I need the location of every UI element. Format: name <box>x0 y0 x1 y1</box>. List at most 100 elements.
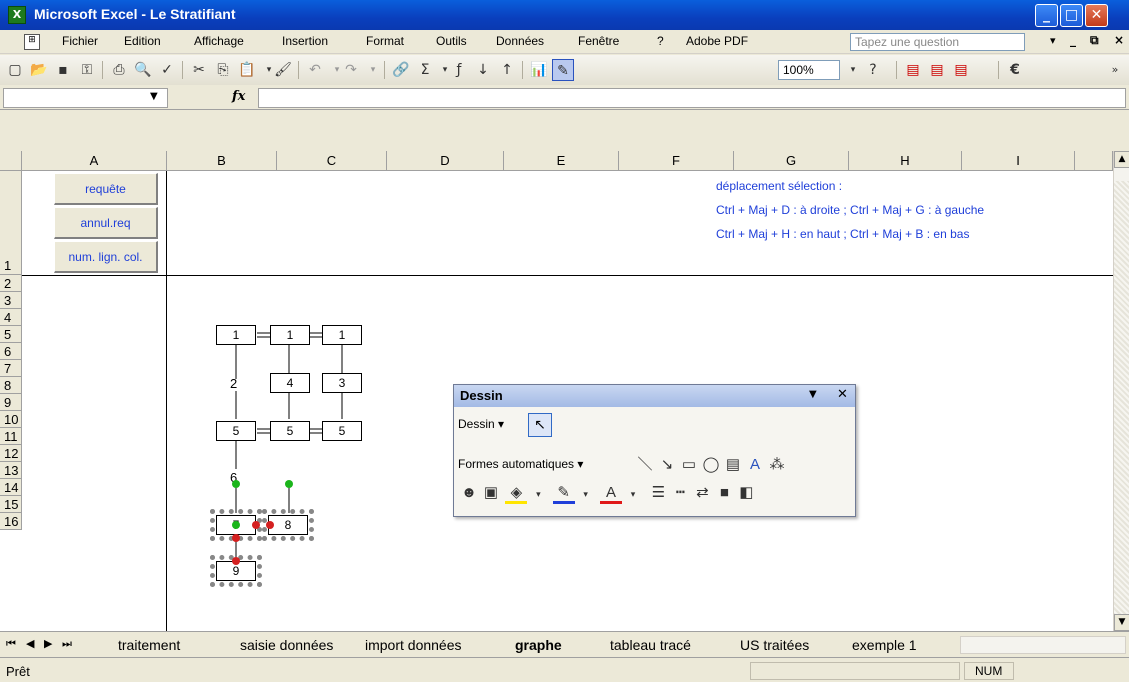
toolbar-options-icon[interactable]: » <box>1104 59 1126 81</box>
graph-node-selected[interactable]: 8 <box>262 509 314 541</box>
menu-outils[interactable]: Outils <box>436 34 467 48</box>
formula-input[interactable] <box>258 88 1126 108</box>
zoom-select[interactable]: 100% <box>778 60 840 80</box>
connector-handle-icon[interactable] <box>232 557 240 565</box>
insert-function-icon[interactable]: fx <box>232 89 245 104</box>
permission-icon[interactable]: ⚿ <box>76 59 98 81</box>
menu-donnees[interactable]: Données <box>496 34 544 48</box>
shadow-icon[interactable]: ■ <box>713 484 735 501</box>
dessin-toolbar[interactable]: Dessin ▼ ✕ Dessin ▾ ↖ Formes automatique… <box>453 384 856 517</box>
graph-node[interactable]: 5 <box>270 421 310 441</box>
select-objects-icon[interactable]: ↖ <box>528 413 552 437</box>
doc-minimize-button[interactable]: _ <box>1070 33 1076 47</box>
connector-handle-icon[interactable] <box>252 521 260 529</box>
menu-adobe-pdf[interactable]: Adobe PDF <box>686 34 748 48</box>
font-color-dropdown-icon[interactable]: ▾ <box>622 489 644 500</box>
line-dropdown-icon[interactable]: ▾ <box>575 489 597 500</box>
name-box[interactable] <box>3 88 168 108</box>
minimize-button[interactable]: _ <box>1035 4 1058 27</box>
menu-help[interactable]: ? <box>657 34 664 48</box>
pdf-review-icon[interactable]: ▤ <box>950 59 972 81</box>
drawing-toggle-icon[interactable]: ✎ <box>552 59 574 81</box>
scroll-thumb[interactable] <box>1114 181 1129 621</box>
next-sheet-icon[interactable]: ▶ <box>44 637 52 650</box>
sheet-tab[interactable]: import données <box>365 634 462 656</box>
euro-icon[interactable]: € <box>1004 59 1026 81</box>
redo-dropdown-icon[interactable]: ▾ <box>362 59 384 81</box>
menu-format[interactable]: Format <box>366 34 404 48</box>
undo-icon[interactable]: ↶ <box>304 59 326 81</box>
graph-node[interactable]: 5 <box>216 421 256 441</box>
menu-insertion[interactable]: Insertion <box>282 34 328 48</box>
graph-node[interactable]: 4 <box>270 373 310 393</box>
line-color-icon[interactable]: ✎ <box>552 483 575 504</box>
graph-node[interactable]: 3 <box>322 373 362 393</box>
zoom-dropdown-icon[interactable]: ▾ <box>842 59 864 81</box>
oval-icon[interactable]: ◯ <box>700 455 722 473</box>
hyperlink-icon[interactable]: 🔗 <box>390 59 412 81</box>
vertical-scrollbar[interactable]: ▲ ▼ <box>1113 151 1129 631</box>
menu-affichage[interactable]: Affichage <box>194 34 244 48</box>
workbook-icon[interactable]: ⊞ <box>24 34 40 50</box>
font-color-icon[interactable]: A <box>600 484 623 504</box>
fill-color-icon[interactable]: ◈ <box>505 483 528 504</box>
save-icon[interactable]: ▪ <box>52 59 74 81</box>
picture-icon[interactable]: ▣ <box>480 483 502 501</box>
menu-fenetre[interactable]: Fenêtre <box>578 34 619 48</box>
redo-icon[interactable]: ↷ <box>340 59 362 81</box>
paste-icon[interactable]: 📋 <box>236 59 258 81</box>
spelling-icon[interactable]: ✓ <box>156 59 178 81</box>
cut-icon[interactable]: ✂ <box>188 59 210 81</box>
line-style-icon[interactable]: ☰ <box>647 483 669 501</box>
print-icon[interactable]: ⎙ <box>108 59 130 81</box>
rotate-handle-icon[interactable] <box>285 480 293 488</box>
excel-icon[interactable]: X <box>8 6 26 24</box>
connector-handle-icon[interactable] <box>266 521 274 529</box>
wordart-icon[interactable]: A <box>744 456 766 473</box>
scroll-down-icon[interactable]: ▼ <box>1114 614 1129 631</box>
rotate-handle-icon[interactable] <box>232 480 240 488</box>
graph-node[interactable]: 5 <box>322 421 362 441</box>
sheet-tab[interactable]: exemple 1 <box>852 634 917 656</box>
prev-sheet-icon[interactable]: ◀ <box>26 637 34 650</box>
question-dropdown-icon[interactable]: ▾ <box>1050 34 1056 47</box>
line-icon[interactable]: ＼ <box>634 453 656 474</box>
sheet-tab-active[interactable]: graphe <box>515 634 562 656</box>
question-input[interactable]: Tapez une question <box>850 33 1025 51</box>
sheet-tab[interactable]: saisie données <box>240 634 333 656</box>
print-preview-icon[interactable]: 🔍 <box>132 59 154 81</box>
dash-style-icon[interactable]: ┅ <box>669 483 691 501</box>
dessin-title[interactable]: Dessin <box>454 385 855 407</box>
pdf-icon[interactable]: ▤ <box>902 59 924 81</box>
close-icon[interactable]: ✕ <box>837 387 848 402</box>
arrow-style-icon[interactable]: ⇄ <box>691 483 713 501</box>
graph-node[interactable]: 1 <box>216 325 256 345</box>
autoshapes-menu[interactable]: Formes automatiques ▾ <box>458 457 583 471</box>
sheet-tab[interactable]: US traitées <box>740 634 809 656</box>
help-icon[interactable]: ? <box>862 59 884 81</box>
chart-wizard-icon[interactable]: 📊 <box>528 59 550 81</box>
graph-node[interactable]: 1 <box>270 325 310 345</box>
scroll-up-icon[interactable]: ▲ <box>1114 151 1129 168</box>
textbox-icon[interactable]: ▤ <box>722 455 744 473</box>
dessin-menu[interactable]: Dessin ▾ <box>458 417 504 431</box>
close-button[interactable]: ✕ <box>1085 4 1108 27</box>
doc-close-button[interactable]: × <box>1114 33 1124 47</box>
namebox-dropdown-icon[interactable]: ▼ <box>150 91 158 102</box>
menu-fichier[interactable]: Fichier <box>62 34 98 48</box>
maximize-button[interactable]: □ <box>1060 4 1083 27</box>
arrow-icon[interactable]: ↘ <box>656 455 678 473</box>
new-icon[interactable]: ▢ <box>4 59 26 81</box>
doc-restore-button[interactable]: ⧉ <box>1090 33 1099 48</box>
clipart-icon[interactable]: ☻ <box>458 484 480 501</box>
sheet-tab[interactable]: tableau tracé <box>610 634 691 656</box>
format-painter-icon[interactable]: 🖌 <box>272 59 294 81</box>
copy-icon[interactable]: ⎘ <box>212 59 234 81</box>
fill-dropdown-icon[interactable]: ▾ <box>527 489 549 500</box>
autosum-icon[interactable]: Σ <box>414 59 436 81</box>
connector-handle-icon[interactable] <box>232 534 240 542</box>
horizontal-scrollbar[interactable] <box>960 636 1126 654</box>
sort-ascending-icon[interactable]: ↓ <box>472 59 494 81</box>
last-sheet-icon[interactable]: ⏭ <box>62 637 72 651</box>
graph-node-label[interactable]: 2 <box>230 376 237 391</box>
